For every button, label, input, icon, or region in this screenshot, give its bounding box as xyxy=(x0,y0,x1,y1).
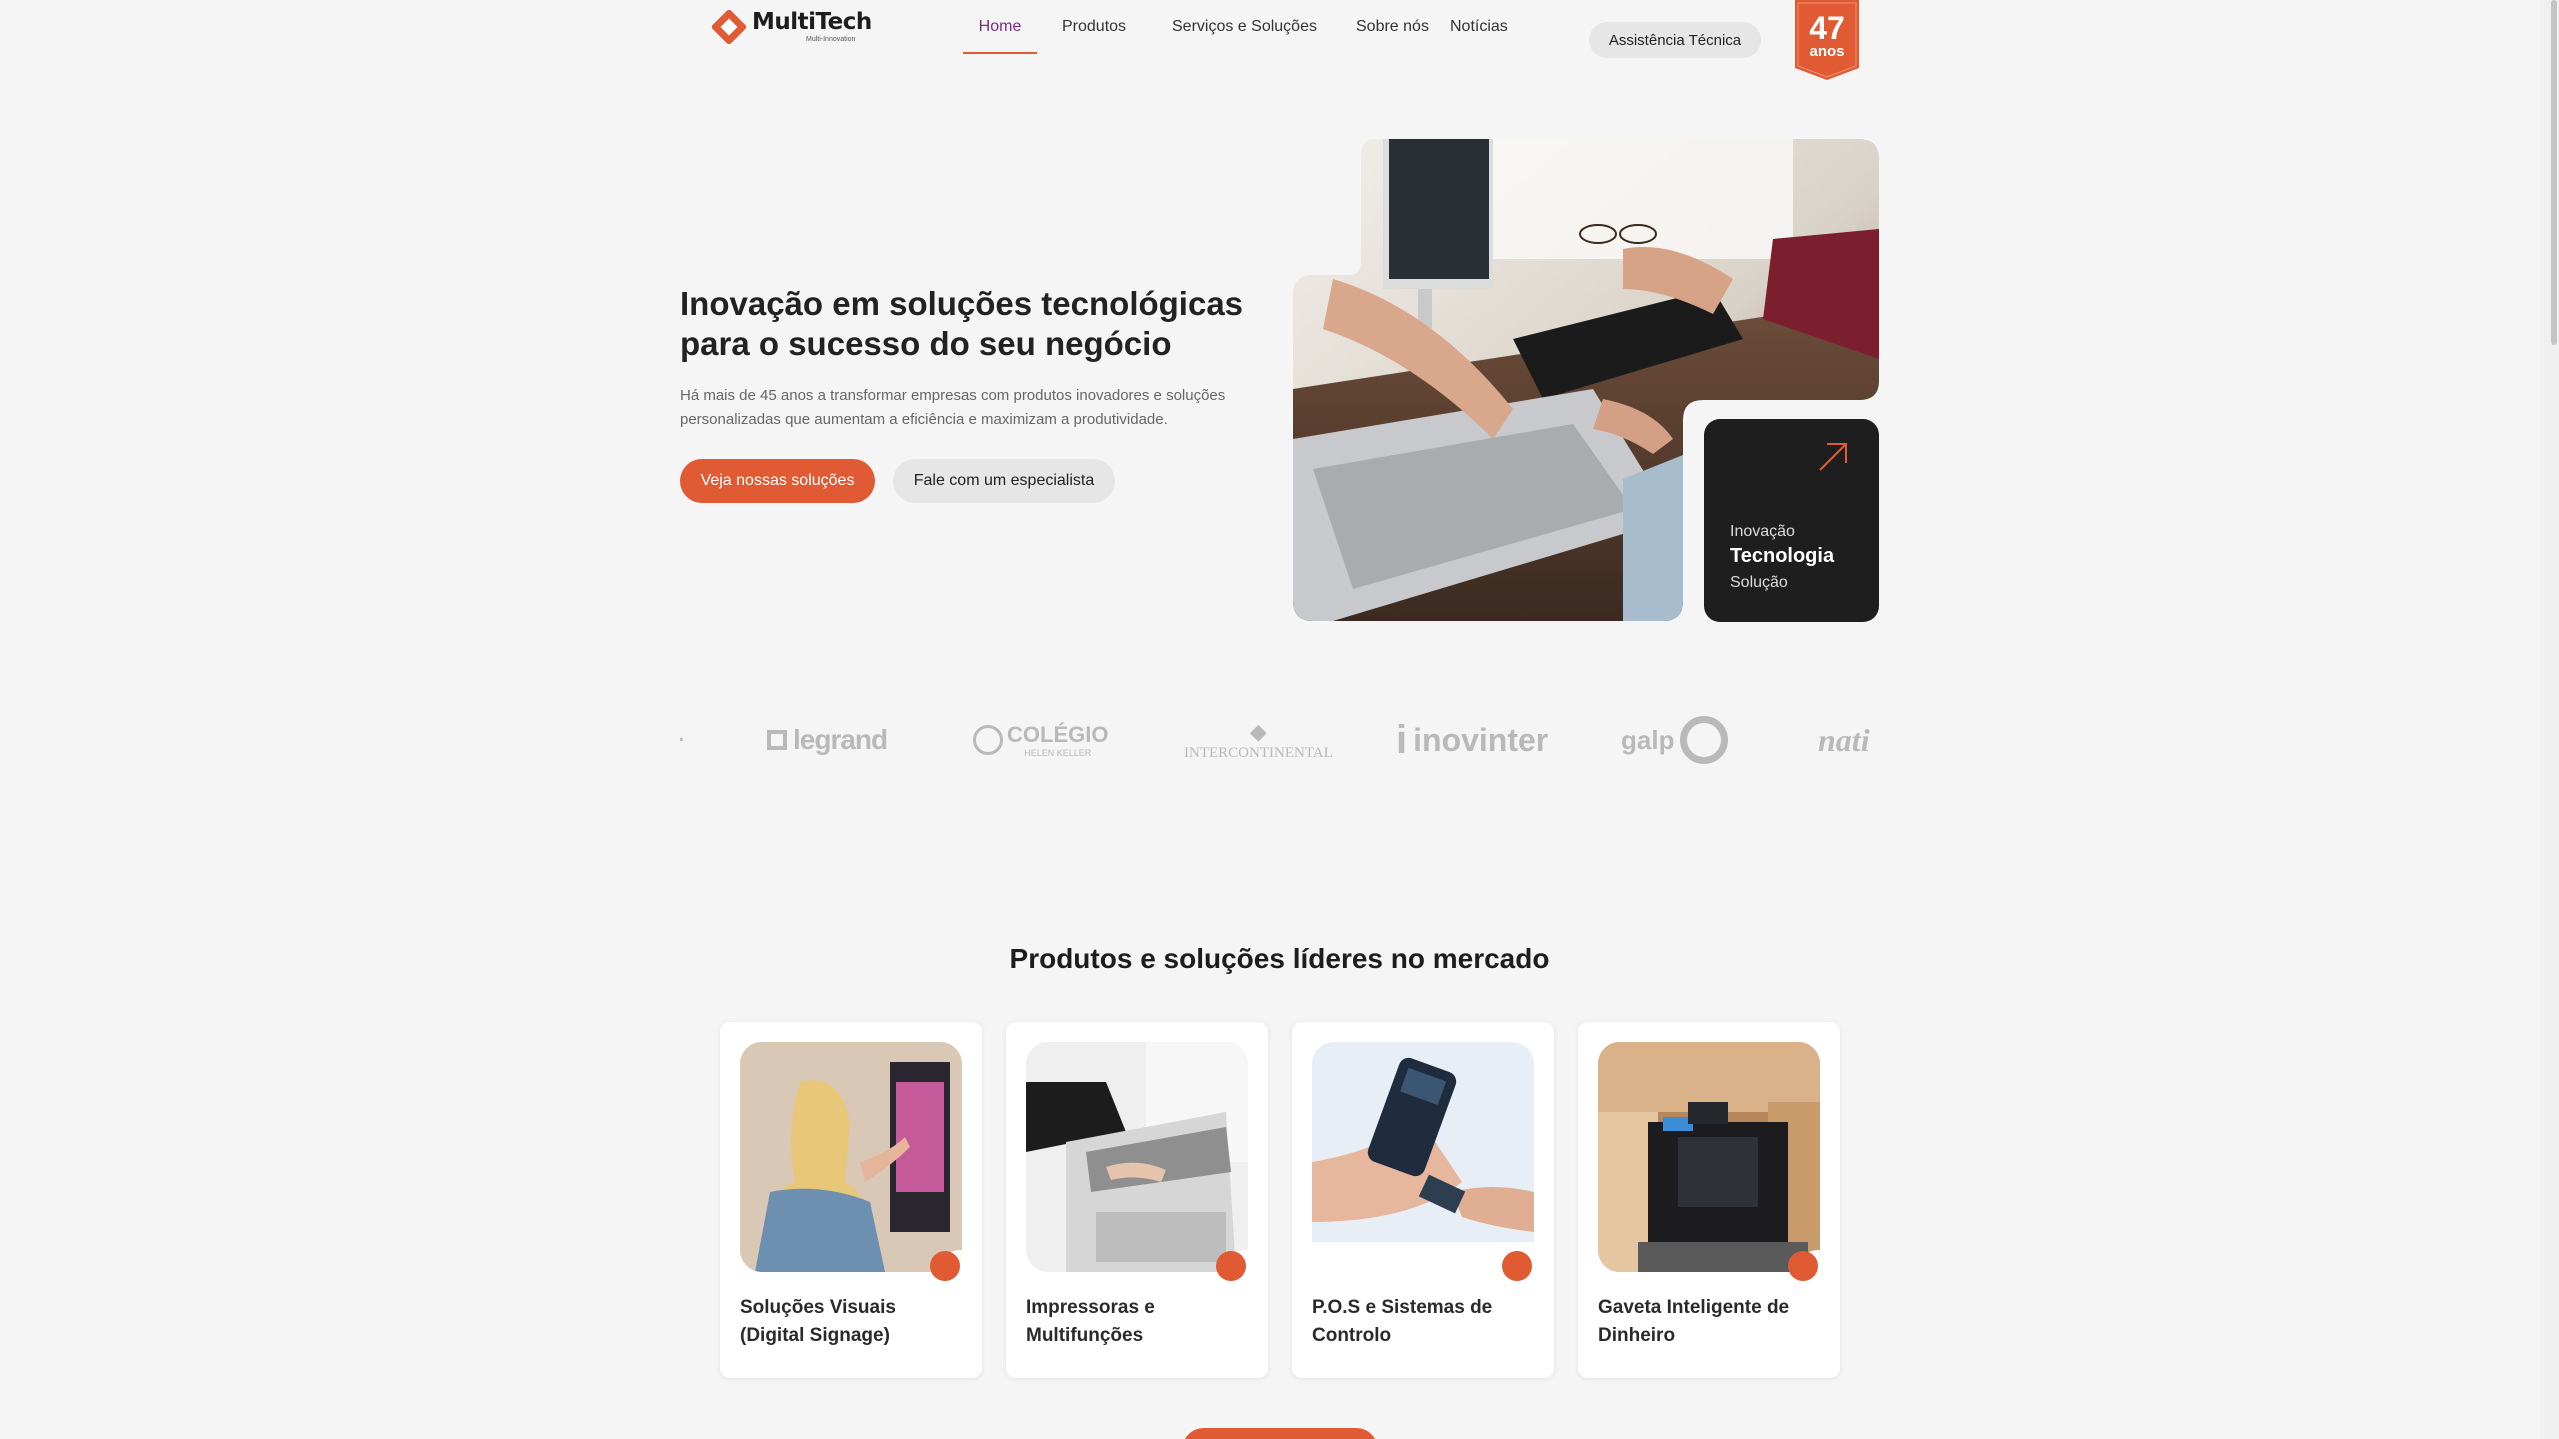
nav-produtos[interactable]: Produtos xyxy=(1062,0,1132,54)
main-nav: Home Produtos Serviços e Soluções Sobre … xyxy=(963,0,1514,54)
logo-mark-icon xyxy=(710,8,748,46)
card-line-technology: Tecnologia xyxy=(1730,545,1835,567)
card-action-dot[interactable] xyxy=(1216,1251,1246,1281)
scrollbar-thumb[interactable] xyxy=(2551,0,2557,345)
client-logo-legrand: legrand xyxy=(767,700,888,780)
products-section-title: Produtos e soluções líderes no mercado xyxy=(1009,943,1550,974)
specialist-button[interactable]: Fale com um especialista xyxy=(893,459,1115,503)
product-image-cash-drawer xyxy=(1598,1042,1820,1272)
client-logo-nati: nati xyxy=(1818,721,1870,758)
badge-label: anos xyxy=(1809,43,1845,60)
product-card-cash-drawer[interactable]: Gaveta Inteligente de Dinheiro xyxy=(1578,1022,1840,1378)
nav-sobre[interactable]: Sobre nós xyxy=(1356,0,1436,54)
hero-description: Há mais de 45 anos a transformar empresa… xyxy=(680,387,1226,428)
client-logo-inovinter: i inovinter xyxy=(1396,717,1549,762)
nav-noticias[interactable]: Notícias xyxy=(1450,0,1514,54)
product-title: P.O.S e Sistemas de Controlo xyxy=(1312,1297,1493,1346)
client-logo-galp: galp xyxy=(1621,700,1729,780)
nav-servicos[interactable]: Serviços e Soluções xyxy=(1172,0,1326,54)
card-action-dot[interactable] xyxy=(1502,1251,1532,1281)
site-header: MultiTech Multi-Innovation Home Produtos… xyxy=(0,0,2540,90)
assistencia-tecnica-button[interactable]: Assistência Técnica xyxy=(1589,22,1761,58)
brand-tagline: Multi-Innovation xyxy=(806,36,856,43)
card-action-dot[interactable] xyxy=(930,1251,960,1281)
innovation-card[interactable]: Inovação Tecnologia Solução xyxy=(1704,419,1879,622)
hero-title: Inovação em soluções tecnológicas para o… xyxy=(680,285,1244,362)
brand-logo[interactable]: MultiTech Multi-Innovation xyxy=(710,8,872,46)
badge-number: 47 xyxy=(1809,10,1845,46)
arrow-up-right-icon xyxy=(1819,443,1847,471)
brand-name: MultiTech xyxy=(752,9,872,35)
solutions-button[interactable]: Veja nossas soluções xyxy=(680,459,875,503)
product-title: Gaveta Inteligente de Dinheiro xyxy=(1598,1297,1790,1346)
client-logo-intercontinental: ◆ INTERCONTINENTAL xyxy=(1184,718,1333,761)
product-image-printers xyxy=(1026,1042,1248,1272)
product-card-printers[interactable]: Impressoras e Multifunções xyxy=(1006,1022,1268,1378)
product-card-digital-signage[interactable]: Soluções Visuais (Digital Signage) xyxy=(720,1022,982,1378)
product-title: Soluções Visuais (Digital Signage) xyxy=(740,1297,896,1346)
product-image-digital-signage xyxy=(740,1042,962,1272)
client-logo-partial: · xyxy=(680,700,685,780)
card-line-innovation: Inovação xyxy=(1730,523,1795,540)
product-title: Impressoras e Multifunções xyxy=(1026,1297,1155,1346)
card-line-solution: Solução xyxy=(1730,574,1788,591)
card-action-dot[interactable] xyxy=(1788,1251,1818,1281)
product-image-pos xyxy=(1312,1042,1534,1272)
product-card-pos[interactable]: P.O.S e Sistemas de Controlo xyxy=(1292,1022,1554,1378)
nav-home[interactable]: Home xyxy=(963,0,1037,54)
client-logo-colegio: COLÉGIO HELEN KELLER xyxy=(973,700,1108,780)
client-logos-carousel: · legrand COLÉGIO HELEN KELLER ◆ INTERCO… xyxy=(680,700,1880,780)
anniversary-badge: 47 anos xyxy=(1795,0,1859,80)
see-more-button[interactable] xyxy=(1182,1428,1378,1439)
